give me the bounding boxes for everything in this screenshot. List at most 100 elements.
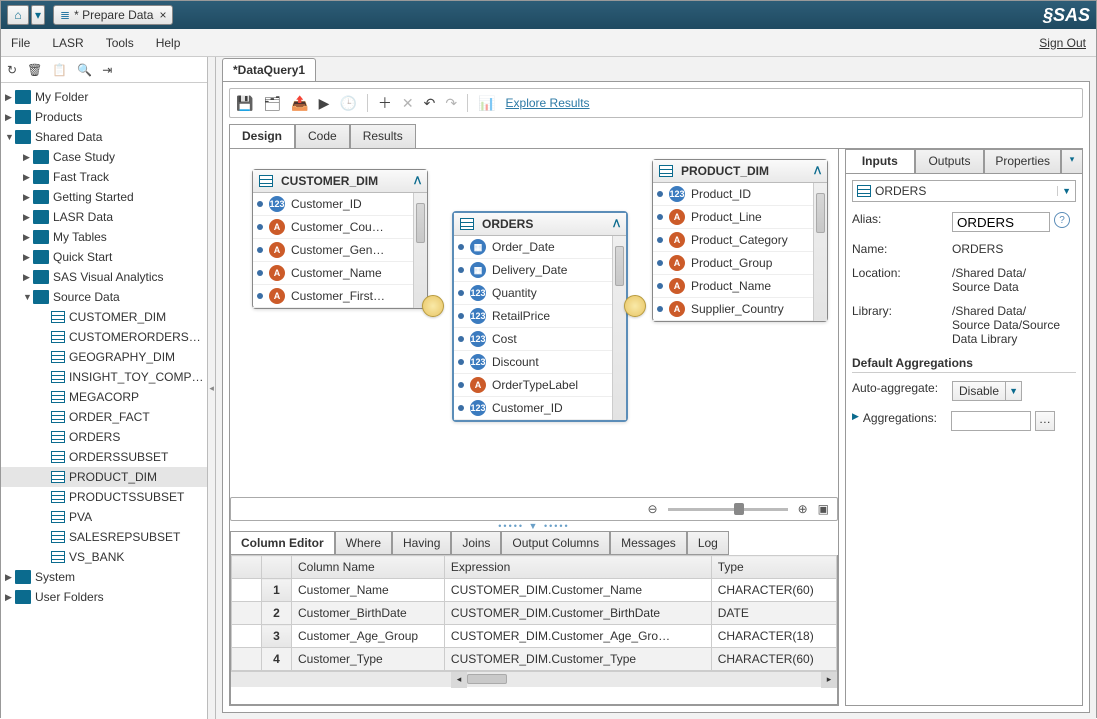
tree-item-system[interactable]: ▶System bbox=[1, 567, 207, 587]
field-customer-first-[interactable]: ACustomer_First… bbox=[253, 285, 413, 308]
vertical-scrollbar[interactable] bbox=[413, 193, 427, 308]
expand-icon[interactable]: ▶ bbox=[852, 411, 859, 431]
props-menu-button[interactable]: ▾ bbox=[1061, 149, 1083, 173]
tree-item-product-dim[interactable]: PRODUCT_DIM bbox=[1, 467, 207, 487]
zoom-fit-icon[interactable]: ▣ bbox=[818, 502, 829, 516]
field-delivery-date[interactable]: ▦Delivery_Date bbox=[454, 259, 612, 282]
tab-column-editor[interactable]: Column Editor bbox=[230, 531, 335, 555]
join-orders-product[interactable] bbox=[624, 295, 646, 317]
export-icon[interactable]: 📤 bbox=[291, 95, 308, 112]
search-icon[interactable]: 🔍 bbox=[77, 63, 92, 77]
tree-item-orders[interactable]: ORDERS bbox=[1, 427, 207, 447]
preview-icon[interactable]: 📊 bbox=[478, 95, 495, 112]
tree-item-getting-started[interactable]: ▶Getting Started bbox=[1, 187, 207, 207]
tab-having[interactable]: Having bbox=[392, 531, 451, 555]
tree-item-products[interactable]: ▶Products bbox=[1, 107, 207, 127]
refresh-icon[interactable]: ↻ bbox=[7, 63, 17, 77]
tab-code[interactable]: Code bbox=[295, 124, 350, 148]
tab-output-columns[interactable]: Output Columns bbox=[501, 531, 610, 555]
tree-item-my-tables[interactable]: ▶My Tables bbox=[1, 227, 207, 247]
menu-help[interactable]: Help bbox=[156, 36, 181, 50]
field-customer-name[interactable]: ACustomer_Name bbox=[253, 262, 413, 285]
tree-item-quick-start[interactable]: ▶Quick Start bbox=[1, 247, 207, 267]
join-cust-orders[interactable] bbox=[422, 295, 444, 317]
zoom-slider[interactable] bbox=[668, 508, 788, 511]
sign-out-link[interactable]: Sign Out bbox=[1039, 36, 1086, 50]
alias-input[interactable] bbox=[952, 212, 1050, 232]
table-row[interactable]: 1Customer_NameCUSTOMER_DIM.Customer_Name… bbox=[232, 579, 837, 602]
saveas-icon[interactable]: 🗂 bbox=[263, 95, 281, 112]
field-ordertypelabel[interactable]: AOrderTypeLabel bbox=[454, 374, 612, 397]
close-icon[interactable]: × bbox=[159, 8, 166, 22]
tree-item-megacorp[interactable]: MEGACORP bbox=[1, 387, 207, 407]
field-supplier-country[interactable]: ASupplier_Country bbox=[653, 298, 813, 321]
tree-item-insight-toy-comp-[interactable]: INSIGHT_TOY_COMP… bbox=[1, 367, 207, 387]
tab-where[interactable]: Where bbox=[335, 531, 392, 555]
field-quantity[interactable]: 123Quantity bbox=[454, 282, 612, 305]
field-customer-gen-[interactable]: ACustomer_Gen… bbox=[253, 239, 413, 262]
remove-icon[interactable]: ✕ bbox=[402, 95, 414, 112]
tree-item-customerorders-[interactable]: CUSTOMERORDERS… bbox=[1, 327, 207, 347]
undo-icon[interactable]: ↶ bbox=[424, 95, 436, 112]
tree-item-geography-dim[interactable]: GEOGRAPHY_DIM bbox=[1, 347, 207, 367]
tab-inputs[interactable]: Inputs bbox=[845, 149, 915, 173]
field-product-name[interactable]: AProduct_Name bbox=[653, 275, 813, 298]
tab-joins[interactable]: Joins bbox=[451, 531, 501, 555]
home-button[interactable]: ⌂ bbox=[7, 5, 29, 25]
redo-icon[interactable]: ↷ bbox=[445, 95, 457, 112]
zoom-out-icon[interactable]: ⊖ bbox=[648, 502, 658, 516]
vertical-scrollbar[interactable] bbox=[813, 183, 827, 321]
field-product-id[interactable]: 123Product_ID bbox=[653, 183, 813, 206]
help-icon[interactable]: ? bbox=[1054, 212, 1070, 228]
entity-orders[interactable]: ORDERSᐱ▦Order_Date▦Delivery_Date123Quant… bbox=[452, 211, 628, 422]
tab-messages[interactable]: Messages bbox=[610, 531, 687, 555]
paste-icon[interactable]: 📋 bbox=[52, 63, 67, 77]
vertical-scrollbar[interactable] bbox=[612, 236, 626, 420]
schedule-icon[interactable]: 🕒 bbox=[339, 95, 356, 112]
menu-file[interactable]: File bbox=[11, 36, 30, 50]
tree-item-productssubset[interactable]: PRODUCTSSUBSET bbox=[1, 487, 207, 507]
field-product-category[interactable]: AProduct_Category bbox=[653, 229, 813, 252]
table-row[interactable]: 2Customer_BirthDateCUSTOMER_DIM.Customer… bbox=[232, 602, 837, 625]
aggregations-input[interactable] bbox=[951, 411, 1031, 431]
table-row[interactable]: 3Customer_Age_GroupCUSTOMER_DIM.Customer… bbox=[232, 625, 837, 648]
field-cost[interactable]: 123Cost bbox=[454, 328, 612, 351]
splitter-vertical[interactable]: ◂ bbox=[208, 57, 216, 719]
document-tab[interactable]: *DataQuery1 bbox=[222, 58, 316, 81]
tab-results[interactable]: Results bbox=[350, 124, 416, 148]
tree-item-source-data[interactable]: ▼Source Data bbox=[1, 287, 207, 307]
field-discount[interactable]: 123Discount bbox=[454, 351, 612, 374]
field-customer-cou-[interactable]: ACustomer_Cou… bbox=[253, 216, 413, 239]
tab-log[interactable]: Log bbox=[687, 531, 729, 555]
tab-design[interactable]: Design bbox=[229, 124, 295, 148]
tree-item-orderssubset[interactable]: ORDERSSUBSET bbox=[1, 447, 207, 467]
import-icon[interactable]: ⇥ bbox=[102, 63, 112, 77]
horizontal-scrollbar[interactable]: ◂▸ bbox=[231, 671, 837, 687]
field-retailprice[interactable]: 123RetailPrice bbox=[454, 305, 612, 328]
tree-view[interactable]: ▶My Folder▶Products▼Shared Data▶Case Stu… bbox=[1, 83, 207, 719]
field-customer-id[interactable]: 123Customer_ID bbox=[253, 193, 413, 216]
collapse-icon[interactable]: ᐱ bbox=[414, 176, 421, 187]
tree-item-fast-track[interactable]: ▶Fast Track bbox=[1, 167, 207, 187]
collapse-icon[interactable]: ᐱ bbox=[814, 166, 821, 177]
document-tab-chip[interactable]: ≣ * Prepare Data × bbox=[53, 5, 173, 25]
more-button[interactable]: … bbox=[1035, 411, 1055, 431]
menu-tools[interactable]: Tools bbox=[106, 36, 134, 50]
explore-results-link[interactable]: Explore Results bbox=[506, 96, 590, 110]
tree-item-pva[interactable]: PVA bbox=[1, 507, 207, 527]
tree-item-order-fact[interactable]: ORDER_FACT bbox=[1, 407, 207, 427]
menu-lasr[interactable]: LASR bbox=[52, 36, 83, 50]
add-icon[interactable]: ＋ bbox=[378, 93, 392, 113]
tree-item-sas-visual-analytics[interactable]: ▶SAS Visual Analytics bbox=[1, 267, 207, 287]
field-product-group[interactable]: AProduct_Group bbox=[653, 252, 813, 275]
home-dropdown[interactable]: ▾ bbox=[31, 5, 45, 25]
tree-item-customer-dim[interactable]: CUSTOMER_DIM bbox=[1, 307, 207, 327]
table-row[interactable]: 4Customer_TypeCUSTOMER_DIM.Customer_Type… bbox=[232, 648, 837, 671]
entity-product-dim[interactable]: PRODUCT_DIMᐱ123Product_IDAProduct_LineAP… bbox=[652, 159, 828, 322]
field-order-date[interactable]: ▦Order_Date bbox=[454, 236, 612, 259]
diagram-canvas[interactable]: CUSTOMER_DIMᐱ123Customer_IDACustomer_Cou… bbox=[230, 149, 838, 493]
run-icon[interactable]: ▶ bbox=[319, 95, 330, 112]
tree-item-salesrepsubset[interactable]: SALESREPSUBSET bbox=[1, 527, 207, 547]
autoagg-combo[interactable]: Disable▼ bbox=[952, 381, 1022, 401]
collapse-icon[interactable]: ᐱ bbox=[613, 219, 620, 230]
